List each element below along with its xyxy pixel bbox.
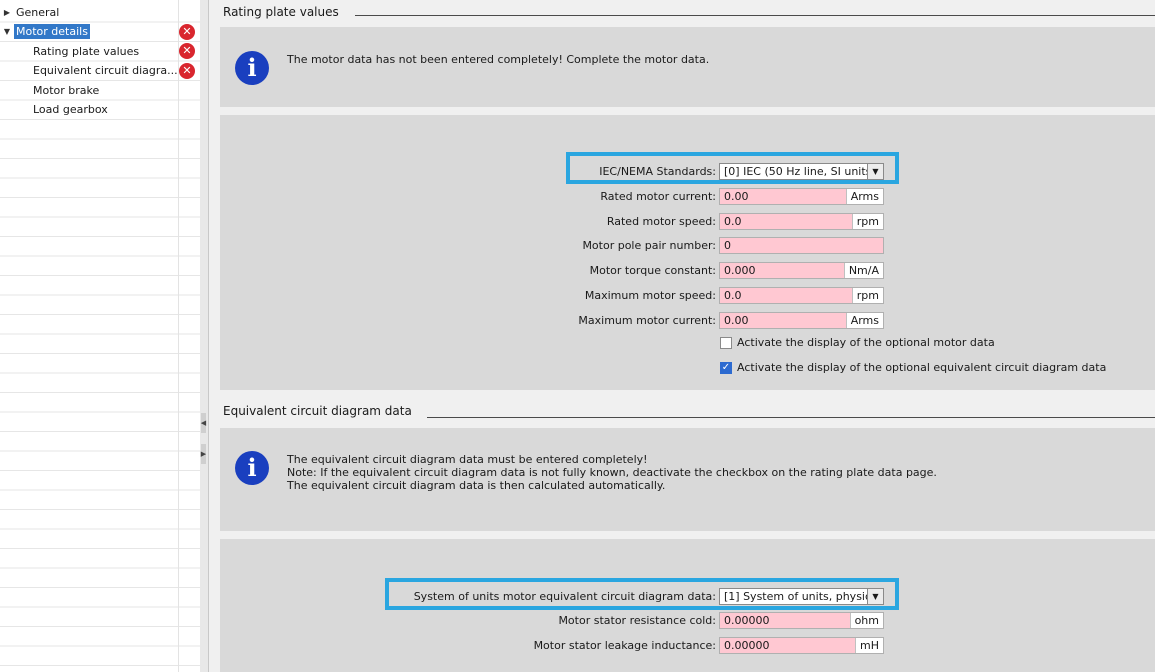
max-current-row: Maximum motor current: <box>220 312 716 329</box>
field-unit: Arms <box>845 189 883 204</box>
units-row: System of units motor equivalent circuit… <box>220 588 716 605</box>
error-icon: ✕ <box>179 43 195 59</box>
info-line-2: Note: If the equivalent circuit diagram … <box>287 466 937 479</box>
rated-motor-speed-input[interactable]: 0.0 rpm <box>719 213 884 230</box>
navigation-tree: ▶ General ▼ Motor details ✕ Rating plate… <box>0 0 201 672</box>
tree-item-label: Motor brake <box>33 84 100 97</box>
field-value: 0.00 <box>724 314 749 327</box>
pole-pair-row: Motor pole pair number: <box>220 237 716 254</box>
optional-ecd-data-checkbox[interactable]: ✓ <box>720 362 732 374</box>
chevron-down-icon[interactable]: ▼ <box>867 164 883 179</box>
pane-splitter[interactable]: ◀ ▶ <box>200 0 209 672</box>
tree-item-motor-brake[interactable]: Motor brake <box>0 81 178 100</box>
field-label: Motor pole pair number: <box>582 239 716 252</box>
units-select[interactable]: [1] System of units, physic ▼ <box>719 588 884 605</box>
stator-leakage-row: Motor stator leakage inductance: <box>220 637 716 654</box>
field-value: 0.00000 <box>724 614 770 627</box>
info-panel-rating: i The motor data has not been entered co… <box>220 27 1155 107</box>
standards-select[interactable]: [0] IEC (50 Hz line, SI units ▼ <box>719 163 884 180</box>
info-line-1: The equivalent circuit diagram data must… <box>287 453 648 466</box>
stator-leakage-inductance-input[interactable]: 0.00000 mH <box>719 637 884 654</box>
tree-item-load-gearbox[interactable]: Load gearbox <box>0 100 178 119</box>
stator-resistance-input[interactable]: 0.00000 ohm <box>719 612 884 629</box>
section-divider <box>427 417 1155 418</box>
tree-item-label: Load gearbox <box>33 103 108 116</box>
rated-motor-current-input[interactable]: 0.00 Arms <box>719 188 884 205</box>
tree-item-label: Equivalent circuit diagra... <box>33 64 178 77</box>
field-label: Maximum motor speed: <box>584 289 716 302</box>
field-unit: rpm <box>851 288 883 303</box>
field-value: 0.0 <box>724 289 742 302</box>
max-speed-row: Maximum motor speed: <box>220 287 716 304</box>
tree-item-general[interactable]: ▶ General <box>0 3 178 22</box>
field-label: Rated motor speed: <box>606 215 716 228</box>
tree-item-motor-details[interactable]: ▼ Motor details <box>0 22 178 41</box>
section-title-ecd: Equivalent circuit diagram data <box>223 404 412 418</box>
field-unit: ohm <box>849 613 883 628</box>
field-label: Rated motor current: <box>600 190 716 203</box>
field-label: Maximum motor current: <box>578 314 716 327</box>
field-unit: Arms <box>845 313 883 328</box>
tree-item-label: General <box>16 6 60 19</box>
chevron-down-icon[interactable]: ▼ <box>867 589 883 604</box>
section-title-rating-plate: Rating plate values <box>223 5 339 19</box>
field-unit: mH <box>855 638 883 653</box>
tree-item-label: Rating plate values <box>33 45 140 58</box>
field-value: 0.000 <box>724 264 756 277</box>
field-value: 0.00 <box>724 190 749 203</box>
rated-speed-row: Rated motor speed: <box>220 213 716 230</box>
tree-column-divider <box>178 0 179 672</box>
optional-motor-data-checkbox[interactable] <box>720 337 732 349</box>
torque-constant-input[interactable]: 0.000 Nm/A <box>719 262 884 279</box>
expand-right-icon[interactable]: ▶ <box>200 444 207 464</box>
tree-item-rating-plate-values[interactable]: Rating plate values <box>0 42 178 61</box>
rating-form-panel: IEC/NEMA Standards: [0] IEC (50 Hz line,… <box>220 115 1155 390</box>
field-value: 0.0 <box>724 215 742 228</box>
max-motor-current-input[interactable]: 0.00 Arms <box>719 312 884 329</box>
info-icon: i <box>235 51 269 85</box>
main-content: Rating plate values i The motor data has… <box>209 0 1155 672</box>
ecd-form-panel: System of units motor equivalent circuit… <box>220 539 1155 672</box>
collapse-left-icon[interactable]: ◀ <box>200 413 207 433</box>
triangle-right-icon[interactable]: ▶ <box>2 3 12 22</box>
field-label: Motor torque constant: <box>589 264 716 277</box>
stator-resistance-row: Motor stator resistance cold: <box>220 612 716 629</box>
rated-current-row: Rated motor current: <box>220 188 716 205</box>
units-label: System of units motor equivalent circuit… <box>413 590 716 603</box>
optional-motor-data-label[interactable]: Activate the display of the optional mot… <box>737 336 995 350</box>
standards-value: [0] IEC (50 Hz line, SI units <box>724 165 872 178</box>
optional-ecd-data-label[interactable]: Activate the display of the optional equ… <box>737 361 1106 375</box>
error-icon: ✕ <box>179 63 195 79</box>
max-motor-speed-input[interactable]: 0.0 rpm <box>719 287 884 304</box>
standards-row: IEC/NEMA Standards: <box>220 163 716 180</box>
field-label: Motor stator resistance cold: <box>558 614 716 627</box>
field-unit: rpm <box>851 214 883 229</box>
info-line-3: The equivalent circuit diagram data is t… <box>287 479 666 492</box>
units-value: [1] System of units, physic <box>724 590 872 603</box>
field-unit: Nm/A <box>843 263 883 278</box>
field-label: Motor stator leakage inductance: <box>533 639 716 652</box>
error-icon: ✕ <box>179 24 195 40</box>
triangle-down-icon[interactable]: ▼ <box>2 22 12 41</box>
section-divider <box>355 15 1155 16</box>
info-icon: i <box>235 451 269 485</box>
info-message: The motor data has not been entered comp… <box>287 53 710 66</box>
field-value: 0 <box>724 239 731 252</box>
tree-item-equivalent-circuit-diagram[interactable]: Equivalent circuit diagra... <box>0 61 178 80</box>
torque-constant-row: Motor torque constant: <box>220 262 716 279</box>
standards-label: IEC/NEMA Standards: <box>599 165 716 178</box>
field-value: 0.00000 <box>724 639 770 652</box>
pole-pair-number-input[interactable]: 0 <box>719 237 884 254</box>
info-panel-ecd: i The equivalent circuit diagram data mu… <box>220 428 1155 531</box>
tree-item-label: Motor details <box>14 24 90 39</box>
